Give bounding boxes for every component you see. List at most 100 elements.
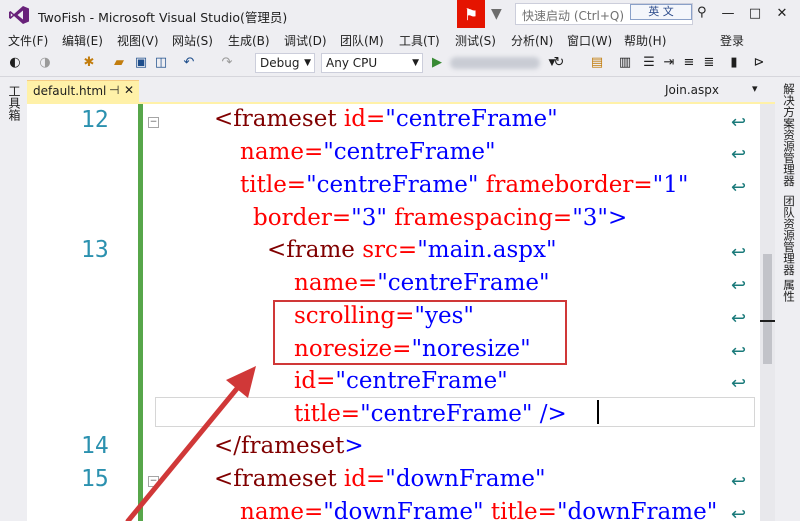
chevron-down-icon[interactable]: ▾ <box>752 82 758 95</box>
close-icon[interactable]: ✕ <box>124 83 134 97</box>
window-title: TwoFish - Microsoft Visual Studio(管理员) <box>38 10 288 25</box>
uncomment-icon[interactable]: ≣ <box>700 54 718 72</box>
code-element: <frameset <box>214 106 337 132</box>
menu-window[interactable]: 窗口(W) <box>567 32 612 49</box>
word-wrap-icon: ↩ <box>731 144 747 165</box>
save-all-icon[interactable]: ◫ <box>152 54 170 72</box>
ime-indicator[interactable]: 英 文 <box>630 4 692 20</box>
menu-team[interactable]: 团队(M) <box>340 32 384 49</box>
attribute-name: name= <box>240 139 324 165</box>
browser-link-icon[interactable]: ▤ <box>588 54 606 72</box>
bookmark-icon[interactable]: ▮ <box>725 54 743 72</box>
menu-help[interactable]: 帮助(H) <box>624 32 666 49</box>
menu-tools[interactable]: 工具(T) <box>399 32 440 49</box>
configuration-value: Debug <box>260 56 300 70</box>
properties-tab[interactable]: 属性 <box>779 279 796 302</box>
toolbox-tab[interactable]: 工具箱 <box>6 85 21 121</box>
word-wrap-icon: ↩ <box>731 275 747 296</box>
new-project-icon[interactable]: ✱ <box>80 54 98 72</box>
vertical-scrollbar[interactable] <box>760 104 775 521</box>
attribute-value: "1" <box>652 172 689 198</box>
menu-build[interactable]: 生成(B) <box>228 32 270 49</box>
left-tool-strip: 工具箱 <box>0 77 27 521</box>
solution-platform-select[interactable]: Any CPU ▼ <box>321 53 423 73</box>
right-tool-strip: 解决方案资源管理器 团队资源管理器 属性 <box>775 77 800 521</box>
attribute-name: border= <box>253 205 352 231</box>
menu-view[interactable]: 视图(V) <box>117 32 159 49</box>
attribute-name: id= <box>336 106 386 132</box>
save-icon[interactable]: ▣ <box>132 54 150 72</box>
redo-icon[interactable]: ↷ <box>218 54 236 72</box>
code-line: <frameset id="centreFrame" <box>214 106 558 132</box>
code-editor[interactable]: 12 13 14 15 − − <frameset id="centreFram… <box>27 104 760 521</box>
notification-filter-icon[interactable]: ▼ <box>491 6 509 24</box>
toggle-icon[interactable]: ▥ <box>616 54 634 72</box>
pin-icon[interactable]: ⊣ <box>109 83 119 97</box>
word-wrap-icon: ↩ <box>731 341 747 362</box>
indent-icon[interactable]: ⇥ <box>660 54 678 72</box>
code-element: <frame <box>267 237 355 263</box>
word-wrap-icon: ↩ <box>731 373 747 394</box>
team-explorer-tab[interactable]: 团队资源管理器 <box>779 195 796 276</box>
open-file-icon[interactable]: ▰ <box>110 54 128 72</box>
word-wrap-icon: ↩ <box>731 308 747 329</box>
code-attributes: src="main.aspx" <box>355 237 556 263</box>
attribute-name: > <box>608 205 628 231</box>
word-wrap-icon: ↩ <box>731 112 747 133</box>
login-link[interactable]: 登录 <box>720 32 744 49</box>
menu-website[interactable]: 网站(S) <box>172 32 213 49</box>
code-punctuation: > <box>344 433 364 459</box>
menu-file[interactable]: 文件(F) <box>8 32 48 49</box>
line-number: 14 <box>81 433 109 459</box>
code-attributes: id="centreFrame" <box>337 106 558 132</box>
attribute-name: name= <box>240 499 324 521</box>
collapse-outline-icon[interactable]: − <box>148 476 159 487</box>
code-line: name="centreFrame" <box>294 270 550 296</box>
menu-edit[interactable]: 编辑(E) <box>62 32 103 49</box>
solution-configuration-select[interactable]: Debug ▼ <box>255 53 315 73</box>
attribute-value: "centreFrame" <box>377 270 550 296</box>
code-line: <frame src="main.aspx" <box>267 237 557 263</box>
menu-analyze[interactable]: 分析(N) <box>511 32 553 49</box>
attribute-name: id= <box>336 466 386 492</box>
back-icon[interactable]: ◐ <box>6 54 24 72</box>
collapse-outline-icon[interactable]: − <box>148 117 159 128</box>
chevron-down-icon: ▼ <box>412 58 419 68</box>
align-icon[interactable]: ☰ <box>640 54 658 72</box>
tab-default-html[interactable]: default.html ⊣ ✕ <box>27 80 139 102</box>
search-icon[interactable]: ⚲ <box>697 5 715 23</box>
annotation-highlight-box <box>273 300 567 365</box>
menu-test[interactable]: 测试(S) <box>455 32 496 49</box>
start-target-label[interactable] <box>450 57 540 69</box>
code-line: name="centreFrame" <box>240 139 496 165</box>
close-icon[interactable]: ✕ <box>770 4 794 24</box>
line-number: 15 <box>81 466 109 492</box>
feedback-flag-icon[interactable]: ⚑ <box>457 0 485 28</box>
scrollbar-thumb[interactable] <box>763 254 772 364</box>
menu-debug[interactable]: 调试(D) <box>284 32 327 49</box>
code-line: </frameset> <box>214 433 364 459</box>
forward-icon[interactable]: ◑ <box>36 54 54 72</box>
comment-icon[interactable]: ≡ <box>680 54 698 72</box>
quick-launch-placeholder: 快速启动 (Ctrl+Q) <box>522 9 625 23</box>
platform-value: Any CPU <box>326 56 378 70</box>
maximize-icon[interactable]: □ <box>743 4 767 24</box>
code-element: <frameset <box>214 466 337 492</box>
code-line: border="3" framespacing="3"> <box>253 205 627 231</box>
undo-icon[interactable]: ↶ <box>180 54 198 72</box>
tab-join-aspx[interactable]: Join.aspx <box>665 83 719 97</box>
code-line: name="downFrame" title="downFrame" <box>240 499 717 521</box>
refresh-icon[interactable]: ↻ <box>550 54 568 72</box>
attribute-value: "centreFrame" <box>306 172 479 198</box>
standard-toolbar: ◐ ◑ ✱ ▰ ▣ ◫ ↶ ↷ Debug ▼ Any CPU ▼ ▶ ▼ ↻ ▤ … <box>0 50 800 77</box>
next-bookmark-icon[interactable]: ⊳ <box>750 54 768 72</box>
start-debugging-icon[interactable]: ▶ <box>430 54 444 72</box>
code-line: title="centreFrame" /> <box>294 401 567 427</box>
minimize-icon[interactable]: — <box>716 4 740 24</box>
code-attributes: title="centreFrame" frameborder="1" <box>240 172 688 198</box>
code-attributes: border="3" framespacing="3"> <box>253 205 627 231</box>
attribute-name: title= <box>483 499 557 521</box>
text-caret <box>597 400 599 424</box>
solution-explorer-tab[interactable]: 解决方案资源管理器 <box>779 83 796 187</box>
document-tab-strip: default.html ⊣ ✕ Join.aspx ▾ <box>27 80 775 102</box>
